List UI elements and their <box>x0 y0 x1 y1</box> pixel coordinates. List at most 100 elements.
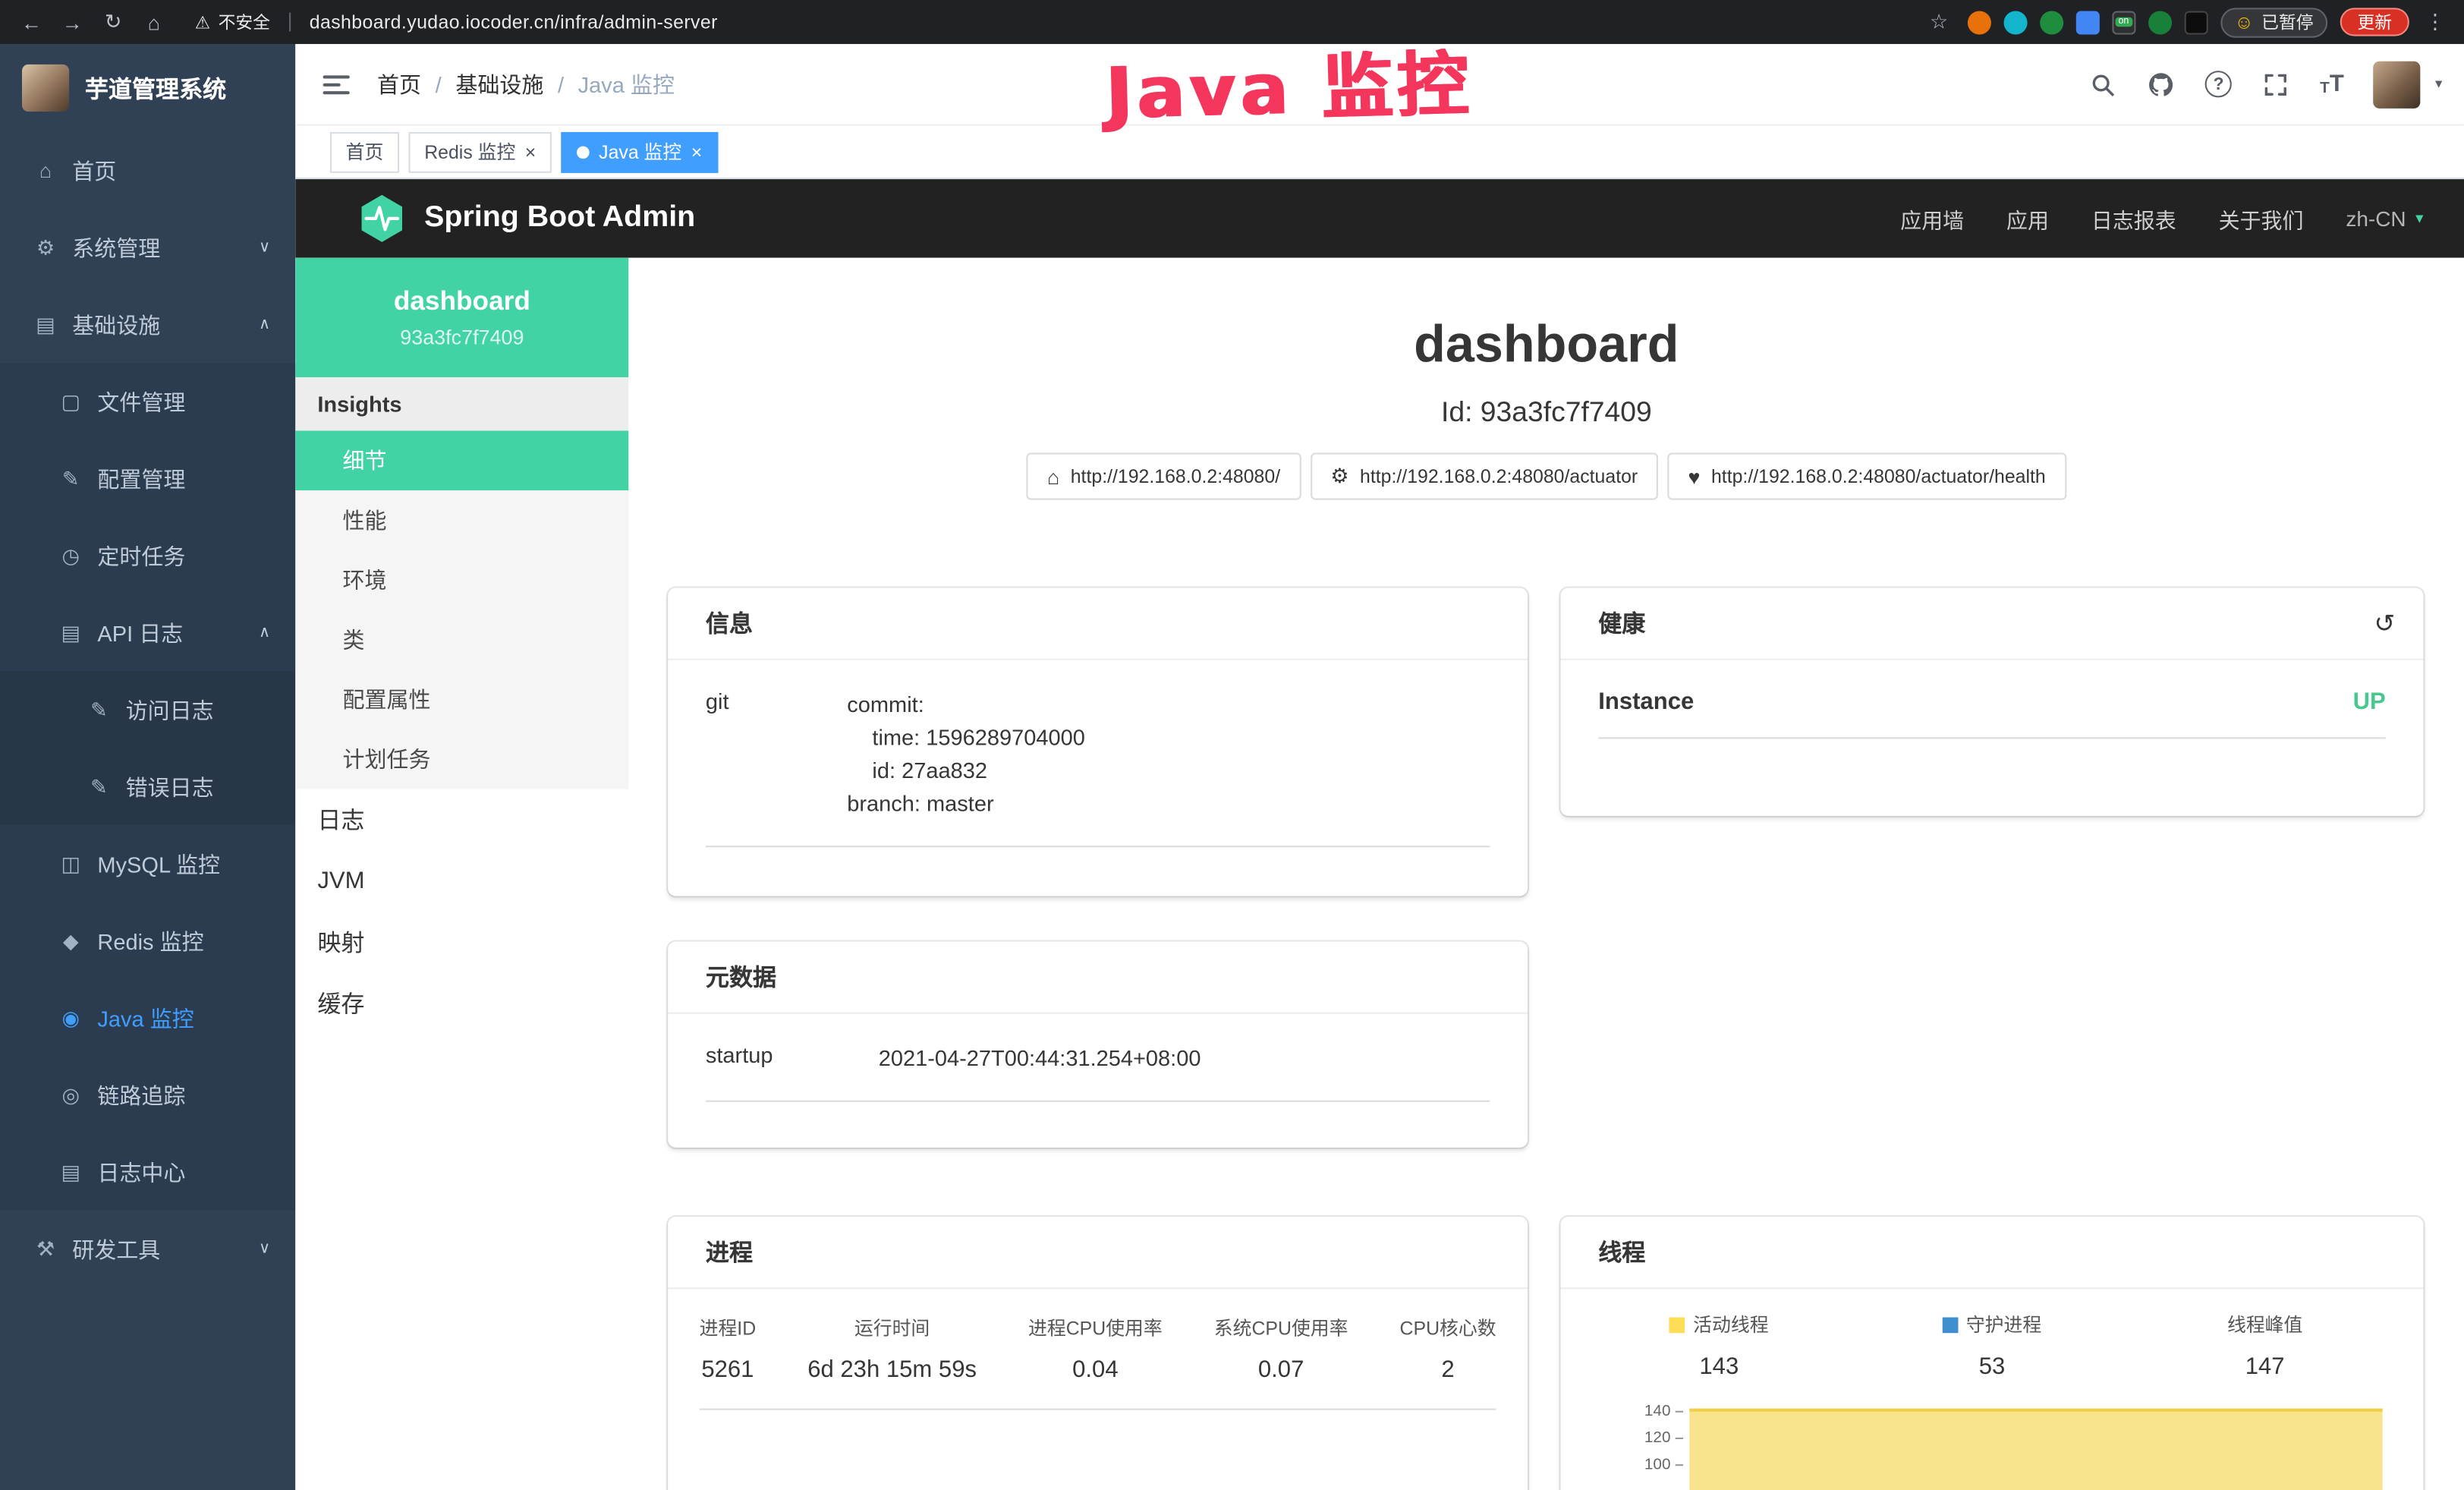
sidebar-item-mysql-monitor[interactable]: ◫ MySQL 监控 <box>0 825 295 902</box>
divider <box>289 13 291 32</box>
sba-nav-configprops[interactable]: 配置属性 <box>295 669 628 729</box>
metric-uptime: 运行时间 6d 23h 15m 59s <box>807 1314 977 1383</box>
log-center-icon: ▤ <box>50 1159 91 1184</box>
user-avatar[interactable] <box>2374 61 2421 108</box>
sidebar-item-trace[interactable]: ◎ 链路追踪 <box>0 1057 295 1133</box>
help-icon[interactable]: ? <box>2205 71 2232 97</box>
tools-icon: ⚒ <box>25 1236 66 1262</box>
close-icon[interactable]: × <box>525 142 537 161</box>
instance-link-actuator[interactable]: ⚙ http://192.168.0.2:48080/actuator <box>1310 452 1658 499</box>
font-size-icon[interactable]: TT <box>2320 71 2344 97</box>
metric-pid: 进程ID 5261 <box>700 1314 757 1383</box>
sba-main: dashboard Id: 93a3fc7f7409 ⌂ http://192.… <box>628 258 2464 1490</box>
sba-nav-metrics[interactable]: 性能 <box>295 490 628 550</box>
tab-home[interactable]: 首页 <box>330 131 399 172</box>
sba-nav-details[interactable]: 细节 <box>295 430 628 490</box>
page-title: dashboard <box>628 314 2464 374</box>
metric-system-cpu: 系统CPU使用率 0.07 <box>1214 1314 1348 1383</box>
search-icon[interactable] <box>2089 70 2117 98</box>
metadata-card: 元数据 startup 2021-04-27T00:44:31.254+08:0… <box>668 942 1528 1148</box>
menu-label: Redis 监控 <box>97 925 203 956</box>
instance-link-health[interactable]: ♥ http://192.168.0.2:48080/actuator/heal… <box>1668 452 2066 499</box>
sidebar-item-error-logs[interactable]: ✎ 错误日志 <box>0 748 295 825</box>
smiley-avatar-icon: ☺ <box>2234 11 2253 33</box>
legend-swatch-blue <box>1943 1316 1959 1332</box>
sba-nav-environment[interactable]: 环境 <box>295 550 628 610</box>
tab-redis-monitor[interactable]: Redis 监控 × <box>408 131 552 172</box>
git-id-line: id: 27aa832 <box>847 754 1085 787</box>
sba-nav-loggers[interactable]: 日志 <box>295 789 628 851</box>
sba-nav-scheduled-tasks[interactable]: 计划任务 <box>295 729 628 789</box>
legend-value: 147 <box>2245 1353 2285 1380</box>
extension-icon[interactable] <box>2148 10 2172 33</box>
sidebar-item-dev-tools[interactable]: ⚒ 研发工具 ∨ <box>0 1211 295 1287</box>
active-tab-dot <box>577 146 590 159</box>
github-icon[interactable] <box>2147 70 2175 98</box>
sidebar-item-infrastructure[interactable]: ▤ 基础设施 ∧ <box>0 286 295 363</box>
metric-label: 运行时间 <box>854 1314 930 1340</box>
instance-header[interactable]: dashboard 93a3fc7f7409 <box>295 258 628 377</box>
sidebar-item-redis-monitor[interactable]: ◆ Redis 监控 <box>0 903 295 979</box>
fullscreen-icon[interactable] <box>2262 70 2290 98</box>
browser-forward-button[interactable]: → <box>57 10 88 33</box>
sidebar-item-access-logs[interactable]: ✎ 访问日志 <box>0 671 295 748</box>
collapse-sidebar-icon[interactable] <box>320 68 351 99</box>
card-title: 健康 <box>1598 606 1645 639</box>
caret-down-icon[interactable]: ▾ <box>2435 75 2442 93</box>
sidebar-item-java-monitor[interactable]: ◉ Java 监控 <box>0 979 295 1056</box>
sidebar-item-config-mgmt[interactable]: ✎ 配置管理 <box>0 440 295 517</box>
sba-nav-wallboard[interactable]: 应用墙 <box>1900 203 1964 234</box>
extension-icon[interactable]: on <box>2112 10 2135 33</box>
extension-icon[interactable] <box>1967 10 1990 33</box>
sba-nav-applications[interactable]: 应用 <box>2006 203 2049 234</box>
metric-label: 系统CPU使用率 <box>1214 1314 1348 1340</box>
menu-label: 系统管理 <box>72 232 160 263</box>
browser-back-button[interactable]: ← <box>16 10 47 33</box>
sba-group-insights: Insights <box>295 377 628 430</box>
extension-icon[interactable] <box>2040 10 2063 33</box>
extension-icon[interactable] <box>2075 10 2099 33</box>
breadcrumb-infrastructure[interactable]: 基础设施 <box>455 68 543 99</box>
address-bar[interactable]: dashboard.yudao.iocoder.cn/infra/admin-s… <box>310 11 718 33</box>
browser-reload-button[interactable]: ↻ <box>97 9 128 34</box>
sba-nav-jvm[interactable]: JVM <box>295 850 628 912</box>
instance-link-root[interactable]: ⌂ http://192.168.0.2:48080/ <box>1027 452 1301 499</box>
history-icon[interactable]: ↺ <box>2374 607 2395 638</box>
browser-menu-icon[interactable]: ⋮ <box>2422 9 2448 34</box>
sidebar-item-scheduled-jobs[interactable]: ◷ 定时任务 <box>0 517 295 594</box>
tab-java-monitor[interactable]: Java 监控 × <box>561 131 717 172</box>
card-body: 活动线程 143 守护进程 53 <box>1561 1289 2424 1490</box>
extension-icon[interactable] <box>2184 10 2208 33</box>
axis-tick-label: 120 <box>1644 1430 1671 1447</box>
sidebar-item-api-logs[interactable]: ▤ API 日志 ∧ <box>0 594 295 671</box>
sba-nav-mappings[interactable]: 映射 <box>295 912 628 973</box>
sba-nav-about[interactable]: 关于我们 <box>2219 203 2304 234</box>
browser-home-button[interactable]: ⌂ <box>138 10 169 33</box>
sba-nav: 应用墙 应用 日志报表 关于我们 zh-CN ▾ <box>1900 203 2423 234</box>
sidebar-item-system-mgmt[interactable]: ⚙ 系统管理 ∨ <box>0 209 295 285</box>
sba-nav-caches[interactable]: 缓存 <box>295 973 628 1035</box>
locale-select[interactable]: zh-CN ▾ <box>2346 206 2423 230</box>
browser-update-button[interactable]: 更新 <box>2340 8 2409 36</box>
security-label: 不安全 <box>219 9 270 34</box>
close-icon[interactable]: × <box>691 142 703 161</box>
app-logo[interactable]: 芋道管理系统 <box>0 44 295 132</box>
link-url: http://192.168.0.2:48080/ <box>1071 465 1280 487</box>
card-title: 进程 <box>706 1236 753 1268</box>
sidebar-item-home[interactable]: ⌂ 首页 <box>0 132 295 209</box>
sidebar-item-log-center[interactable]: ▤ 日志中心 <box>0 1133 295 1210</box>
sba-nav-beans[interactable]: 类 <box>295 610 628 670</box>
security-chip[interactable]: ⚠ 不安全 <box>195 9 270 34</box>
sidebar-item-file-mgmt[interactable]: ▢ 文件管理 <box>0 363 295 439</box>
profile-paused-chip[interactable]: ☺ 已暂停 <box>2220 7 2327 36</box>
warning-icon: ⚠ <box>195 12 210 33</box>
extension-icon[interactable] <box>2003 10 2027 33</box>
git-commit-line: commit: <box>847 688 1085 721</box>
breadcrumb-home[interactable]: 首页 <box>377 68 421 99</box>
bookmark-star-icon[interactable]: ☆ <box>1923 9 1954 34</box>
menu-label: 首页 <box>72 155 116 186</box>
main-pane: 首页 / 基础设施 / Java 监控 ? TT <box>295 44 2464 1490</box>
sba-nav-journal[interactable]: 日志报表 <box>2091 203 2176 234</box>
wrench-icon: ⚙ <box>1330 464 1348 489</box>
locale-value: zh-CN <box>2346 206 2406 230</box>
